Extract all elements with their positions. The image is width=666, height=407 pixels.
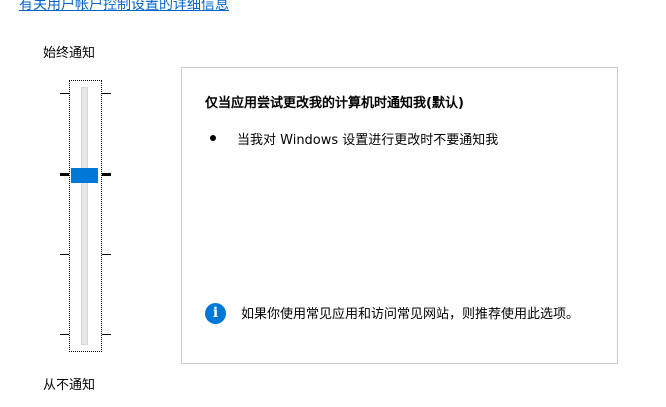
slider-tick-left-4 [60,334,69,335]
slider-tick-left-3 [60,254,69,255]
slider-tick-left-1 [60,93,69,94]
slider-thumb[interactable] [71,168,98,183]
slider-bottom-label: 从不通知 [43,378,96,393]
uac-level-slider[interactable] [60,80,112,352]
slider-tick-right-4 [102,334,111,335]
uac-help-link[interactable]: 有关用户帐户控制设置的详细信息 [19,0,229,14]
level-title: 仅当应用尝试更改我的计算机时通知我(默认) [205,96,464,111]
level-description-panel: 仅当应用尝试更改我的计算机时通知我(默认) 当我对 Windows 设置进行更改… [181,67,618,364]
slider-tick-right-3 [102,254,111,255]
bullet-icon [210,135,216,141]
info-icon: i [205,303,226,324]
slider-track[interactable] [81,87,88,345]
slider-top-label: 始终通知 [43,46,96,61]
recommendation-text: 如果你使用常见应用和访问常见网站，则推荐使用此选项。 [241,307,580,322]
slider-tick-right-1 [102,93,111,94]
slider-tick-left-2 [60,173,69,176]
slider-tick-right-2 [102,173,111,176]
level-bullet-text: 当我对 Windows 设置进行更改时不要通知我 [237,133,499,148]
